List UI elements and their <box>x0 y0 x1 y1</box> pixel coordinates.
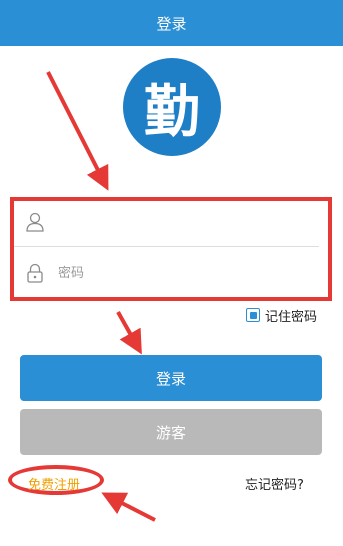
checkbox-icon[interactable] <box>246 308 260 322</box>
remember-password-toggle[interactable]: 记住密码 <box>246 306 318 325</box>
logo-glyph: 勤 <box>144 79 200 145</box>
app-logo: 勤 <box>123 58 221 156</box>
annotation-arrow <box>101 492 156 522</box>
guest-button[interactable]: 游客 <box>20 409 322 455</box>
register-link[interactable]: 免费注册 <box>28 474 80 493</box>
remember-password-label: 记住密码 <box>265 309 318 325</box>
annotation-arrow <box>46 71 109 191</box>
page-title: 登录 <box>156 14 187 33</box>
annotation-arrow <box>116 311 142 355</box>
forgot-password-link[interactable]: 忘记密码? <box>245 474 304 493</box>
annotation-highlight-box <box>10 197 332 301</box>
login-button[interactable]: 登录 <box>20 355 322 401</box>
title-bar: 登录 <box>0 0 343 46</box>
